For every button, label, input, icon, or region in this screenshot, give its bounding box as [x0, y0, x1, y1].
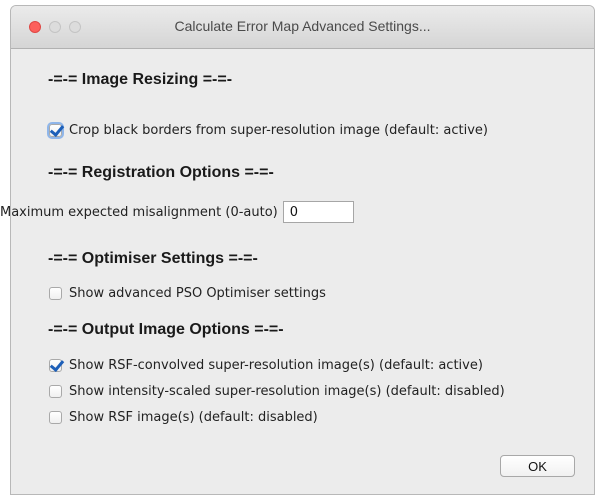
intensity-scaled-checkbox[interactable]	[49, 385, 62, 398]
output-heading: -=-= Output Image Options =-=-	[48, 321, 284, 338]
crop-borders-label: Crop black borders from super-resolution…	[69, 123, 488, 138]
title-bar: Calculate Error Map Advanced Settings...	[11, 6, 594, 49]
registration-heading: -=-= Registration Options =-=-	[48, 164, 274, 181]
rsf-images-checkbox[interactable]	[49, 411, 62, 424]
crop-borders-option[interactable]: Crop black borders from super-resolution…	[49, 123, 488, 138]
rsf-convolved-label: Show RSF-convolved super-resolution imag…	[69, 358, 483, 373]
advanced-pso-option[interactable]: Show advanced PSO Optimiser settings	[49, 286, 326, 301]
advanced-pso-checkbox[interactable]	[49, 287, 62, 300]
window-title: Calculate Error Map Advanced Settings...	[174, 18, 431, 34]
rsf-convolved-checkbox[interactable]	[49, 359, 62, 372]
rsf-images-option[interactable]: Show RSF image(s) (default: disabled)	[49, 410, 318, 425]
crop-borders-checkbox[interactable]	[49, 124, 62, 137]
ok-button[interactable]: OK	[500, 455, 575, 477]
optimiser-heading: -=-= Optimiser Settings =-=-	[48, 250, 258, 267]
rsf-images-label: Show RSF image(s) (default: disabled)	[69, 410, 318, 425]
misalignment-label: Maximum expected misalignment (0-auto)	[0, 204, 278, 220]
intensity-scaled-option[interactable]: Show intensity-scaled super-resolution i…	[49, 384, 505, 399]
advanced-pso-label: Show advanced PSO Optimiser settings	[69, 286, 326, 301]
rsf-convolved-option[interactable]: Show RSF-convolved super-resolution imag…	[49, 358, 483, 373]
misalignment-input[interactable]	[282, 201, 354, 223]
misalignment-row: Maximum expected misalignment (0-auto)	[0, 201, 354, 223]
intensity-scaled-label: Show intensity-scaled super-resolution i…	[69, 384, 505, 399]
image-resizing-heading: -=-= Image Resizing =-=-	[48, 71, 233, 88]
